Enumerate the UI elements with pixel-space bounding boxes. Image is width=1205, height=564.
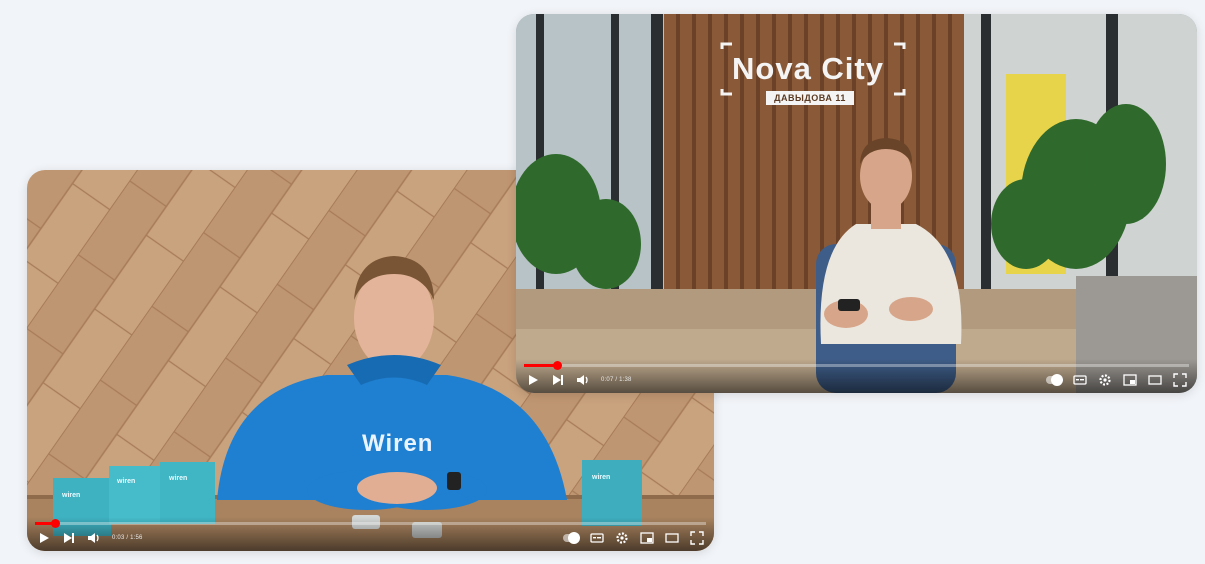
next-icon[interactable] xyxy=(62,531,76,545)
theater-icon[interactable] xyxy=(1148,373,1162,387)
volume-icon[interactable] xyxy=(87,531,101,545)
settings-icon[interactable] xyxy=(615,531,629,545)
miniplayer-icon[interactable] xyxy=(640,531,654,545)
autoplay-toggle[interactable] xyxy=(1046,374,1063,386)
video-player-right[interactable]: Nova City ДАВЫДОВА 11 0:07 / 1:38 xyxy=(516,14,1197,393)
sign-title: Nova City xyxy=(732,51,884,86)
fullscreen-icon[interactable] xyxy=(690,531,704,545)
box-label: wiren xyxy=(169,475,188,482)
miniplayer-icon[interactable] xyxy=(1123,373,1137,387)
box-label: wiren xyxy=(117,478,136,485)
theater-icon[interactable] xyxy=(665,531,679,545)
next-icon[interactable] xyxy=(551,373,565,387)
fullscreen-icon[interactable] xyxy=(1173,373,1187,387)
progress-knob[interactable] xyxy=(553,361,563,370)
settings-icon[interactable] xyxy=(1098,373,1112,387)
volume-icon[interactable] xyxy=(576,373,590,387)
progress-fill xyxy=(524,364,558,367)
product-box-3 xyxy=(160,462,215,524)
play-icon[interactable] xyxy=(526,373,540,387)
product-box-2 xyxy=(109,466,161,524)
player-controls: 0:03 / 1:56 xyxy=(27,517,714,551)
progress-bar[interactable] xyxy=(524,361,1189,370)
time-display: 0:07 / 1:38 xyxy=(601,377,632,383)
sign-subtitle: ДАВЫДОВА 11 xyxy=(766,91,854,105)
hoodie-logo: Wiren xyxy=(362,430,434,457)
autoplay-toggle[interactable] xyxy=(563,532,580,544)
subtitles-icon[interactable] xyxy=(1073,373,1087,387)
progress-knob[interactable] xyxy=(51,519,61,528)
play-icon[interactable] xyxy=(37,531,51,545)
progress-bar[interactable] xyxy=(35,519,706,528)
box-label: wiren xyxy=(62,492,81,499)
time-display: 0:03 / 1:56 xyxy=(112,535,143,541)
player-controls: 0:07 / 1:38 xyxy=(516,359,1197,393)
subtitles-icon[interactable] xyxy=(590,531,604,545)
box-label: wiren xyxy=(592,474,611,481)
